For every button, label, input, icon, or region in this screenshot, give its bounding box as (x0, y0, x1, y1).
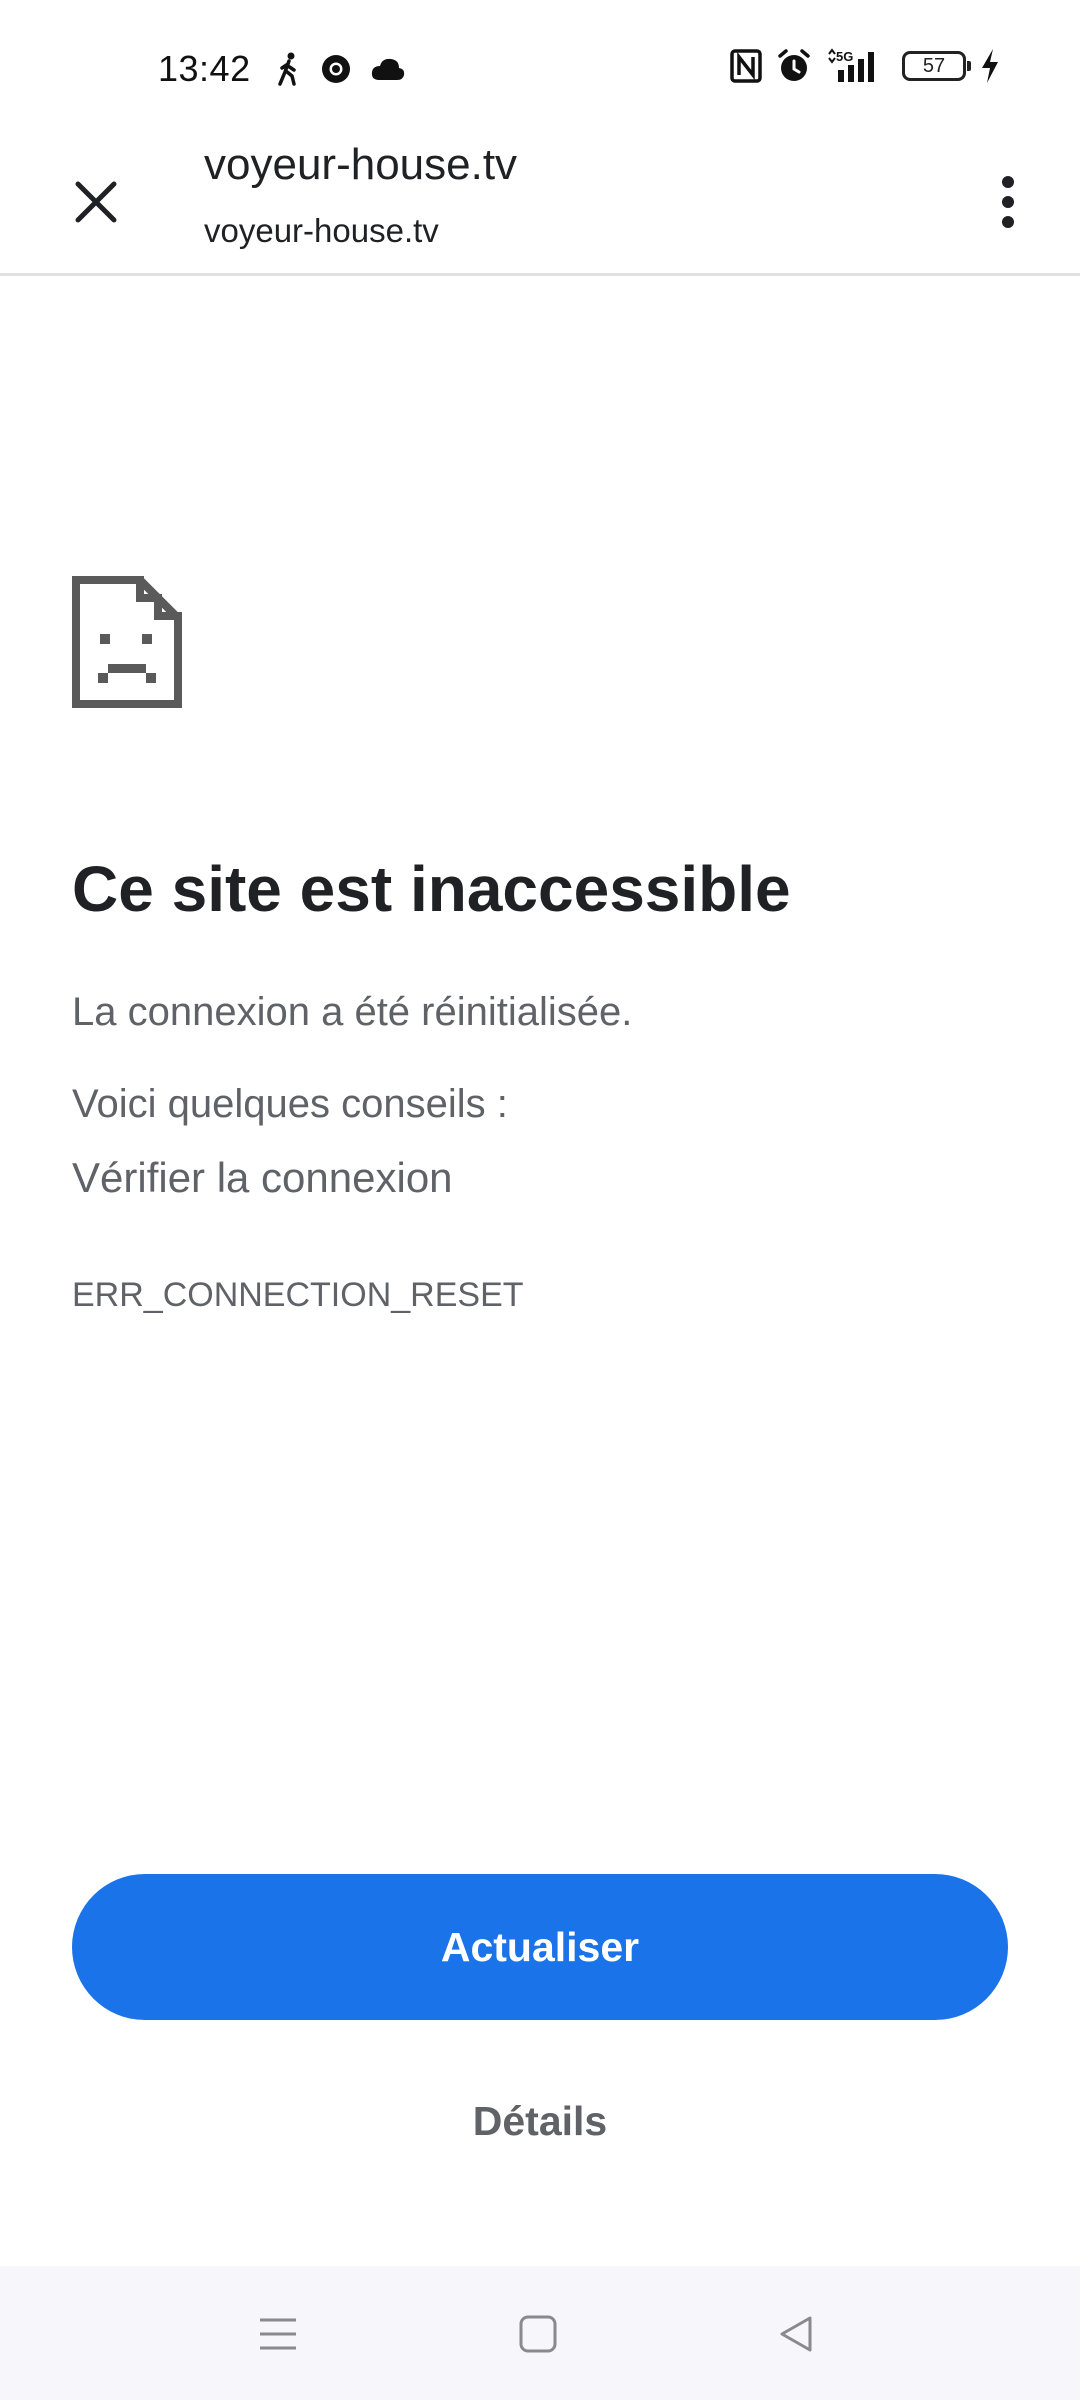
status-right-icons: 5G 57 (730, 48, 1000, 84)
nfc-icon (730, 49, 762, 83)
alarm-icon (776, 48, 812, 84)
custom-tab-toolbar: voyeur-house.tv voyeur-house.tv (0, 140, 1080, 276)
url-text[interactable]: voyeur-house.tv (204, 212, 439, 250)
tips-heading: Voici quelques conseils : (72, 1082, 508, 1126)
battery-icon: 57 (902, 51, 971, 81)
network-type-label: 5G (836, 49, 853, 64)
details-button[interactable]: Détails (0, 2098, 1080, 2145)
more-options-button[interactable] (976, 162, 1040, 242)
charging-icon (980, 48, 1000, 84)
cloud-icon (370, 56, 406, 82)
status-left-icons (276, 52, 406, 86)
error-code: ERR_CONNECTION_RESET (72, 1276, 524, 1314)
status-bar: 13:42 5G 57 (0, 0, 1080, 140)
chrome-icon (320, 53, 352, 85)
back-icon (780, 2316, 812, 2352)
back-button[interactable] (756, 2294, 836, 2374)
sad-page-icon (72, 576, 182, 713)
home-icon (519, 2315, 557, 2353)
system-nav-bar (0, 2266, 1080, 2400)
screen: 13:42 5G 57 voyeur-house.tv voyeur-house… (0, 0, 1080, 2400)
signal-5g-icon: 5G (826, 48, 888, 84)
close-button[interactable] (64, 170, 128, 234)
recent-apps-button[interactable] (238, 2294, 318, 2374)
page-title: voyeur-house.tv (204, 140, 518, 189)
battery-level: 57 (922, 54, 946, 77)
tip-check-connection: Vérifier la connexion (72, 1154, 453, 1201)
error-title: Ce site est inaccessible (72, 853, 791, 925)
more-vert-icon (1002, 176, 1014, 228)
home-button[interactable] (498, 2294, 578, 2374)
menu-icon (260, 2318, 296, 2350)
status-time: 13:42 (158, 48, 251, 89)
reload-button[interactable]: Actualiser (72, 1874, 1008, 2020)
walking-person-icon (276, 52, 302, 86)
error-description: La connexion a été réinitialisée. (72, 990, 633, 1034)
close-icon (75, 181, 117, 223)
